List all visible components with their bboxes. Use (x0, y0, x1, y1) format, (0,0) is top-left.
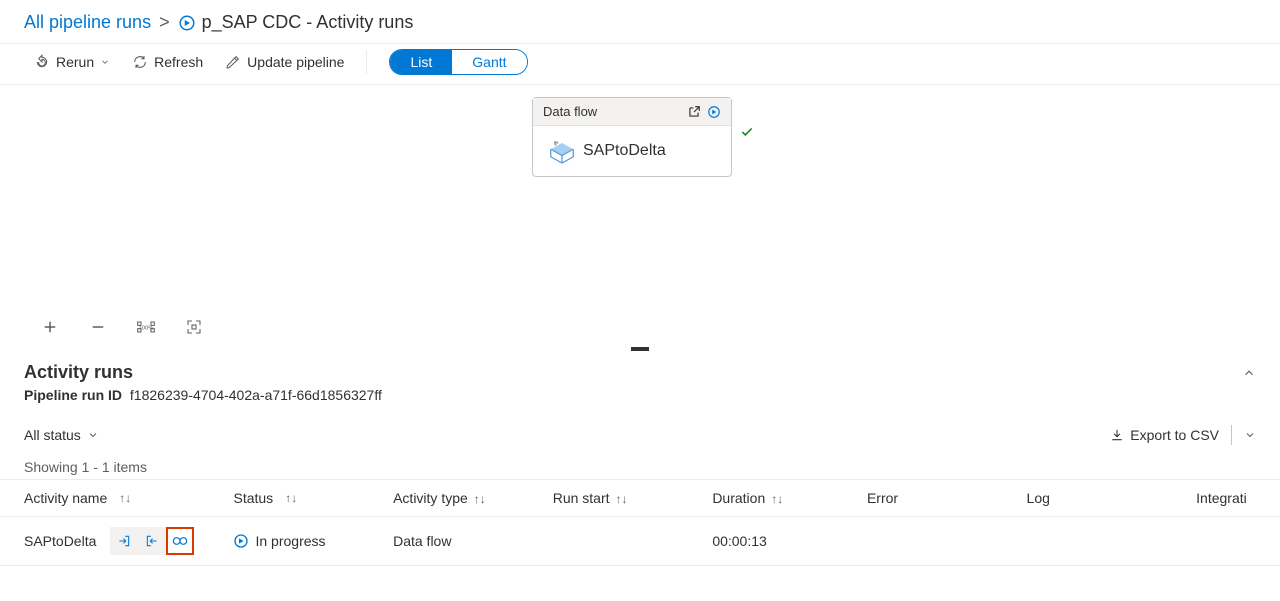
toolbar-divider (366, 50, 367, 74)
zoom-controls: 100% (0, 305, 1280, 349)
toolbar: Rerun Refresh Update pipeline List Gantt (0, 43, 1280, 85)
col-run-start[interactable]: Run start↑↓ (553, 490, 713, 506)
node-name: SAPtoDelta (583, 142, 666, 160)
col-activity-name[interactable]: Activity name↑↓ (24, 490, 233, 506)
duration-cell: 00:00:13 (712, 533, 867, 549)
zoom-100-button[interactable]: 100% (132, 313, 160, 341)
pipeline-run-id: Pipeline run ID f1826239-4704-402a-a71f-… (24, 387, 1256, 403)
status-text: In progress (255, 533, 325, 549)
export-csv-button[interactable]: Export to CSV (1110, 427, 1219, 443)
rerun-button[interactable]: Rerun (24, 48, 120, 76)
breadcrumb-root-link[interactable]: All pipeline runs (24, 12, 151, 33)
pane-resize-handle[interactable] (0, 349, 1280, 350)
node-body: SAPtoDelta (533, 126, 731, 176)
divider (1231, 425, 1232, 445)
refresh-button[interactable]: Refresh (122, 48, 213, 76)
sort-icon: ↑↓ (285, 491, 297, 505)
type-cell: Data flow (393, 533, 553, 549)
breadcrumb: All pipeline runs > p_SAP CDC - Activity… (0, 0, 1280, 43)
filter-bar: All status Export to CSV (0, 415, 1280, 445)
section-heading: Activity runs (24, 362, 133, 383)
col-error[interactable]: Error (867, 490, 1027, 506)
update-pipeline-button[interactable]: Update pipeline (215, 48, 354, 76)
status-filter-label: All status (24, 427, 81, 443)
export-label: Export to CSV (1130, 427, 1219, 443)
svg-text:100%: 100% (139, 326, 154, 332)
breadcrumb-current: p_SAP CDC - Activity runs (202, 12, 414, 33)
zoom-fit-button[interactable] (180, 313, 208, 341)
view-toggle: List Gantt (389, 49, 527, 75)
zoom-in-button[interactable] (36, 313, 64, 341)
col-integration-runtime[interactable]: Integrati (1196, 490, 1256, 506)
update-label: Update pipeline (247, 54, 344, 70)
download-icon (1110, 428, 1124, 442)
rerun-node-icon[interactable] (707, 105, 721, 119)
output-icon[interactable] (138, 527, 166, 555)
sort-icon: ↑↓ (616, 492, 628, 506)
rerun-icon (34, 54, 50, 70)
activity-runs-section: Activity runs Pipeline run ID f1826239-4… (0, 350, 1280, 415)
details-icon[interactable] (166, 527, 194, 555)
activity-runs-icon (178, 14, 196, 32)
in-progress-icon (233, 533, 249, 549)
results-count: Showing 1 - 1 items (0, 445, 1280, 479)
sort-icon: ↑↓ (119, 491, 131, 505)
status-cell: In progress (233, 533, 325, 549)
col-activity-type[interactable]: Activity type↑↓ (393, 490, 553, 506)
sort-icon: ↑↓ (474, 492, 486, 506)
dataflow-icon (547, 138, 573, 164)
rerun-label: Rerun (56, 54, 94, 70)
list-view-button[interactable]: List (390, 50, 452, 74)
col-status[interactable]: Status↑↓ (233, 490, 393, 506)
open-icon[interactable] (687, 105, 701, 119)
chevron-up-icon[interactable] (1242, 366, 1256, 380)
chevron-down-icon (100, 57, 110, 67)
activity-table: Activity name↑↓ Status↑↓ Activity type↑↓… (0, 479, 1280, 566)
pipeline-id-label: Pipeline run ID (24, 387, 122, 403)
col-duration[interactable]: Duration↑↓ (712, 490, 867, 506)
node-header: Data flow (533, 98, 731, 126)
zoom-out-button[interactable] (84, 313, 112, 341)
gantt-view-button[interactable]: Gantt (452, 50, 526, 74)
node-type: Data flow (543, 104, 597, 119)
export-more-button[interactable] (1244, 429, 1256, 441)
table-row: SAPtoDelta In progress Data f (0, 517, 1280, 566)
refresh-icon (132, 54, 148, 70)
table-header: Activity name↑↓ Status↑↓ Activity type↑↓… (0, 479, 1280, 517)
check-icon (740, 125, 754, 139)
refresh-label: Refresh (154, 54, 203, 70)
col-log[interactable]: Log (1027, 490, 1197, 506)
input-icon[interactable] (110, 527, 138, 555)
sort-icon: ↑↓ (771, 492, 783, 506)
status-filter[interactable]: All status (24, 427, 99, 443)
pipeline-id-value: f1826239-4704-402a-a71f-66d1856327ff (130, 387, 382, 403)
chevron-down-icon (87, 429, 99, 441)
row-actions (110, 527, 194, 555)
activity-node[interactable]: Data flow SAPtoDelta (532, 97, 732, 177)
breadcrumb-separator: > (159, 12, 170, 33)
activity-name-cell: SAPtoDelta (24, 533, 96, 549)
pipeline-canvas[interactable]: Data flow SAPtoDelta (0, 85, 1280, 305)
pencil-icon (225, 54, 241, 70)
